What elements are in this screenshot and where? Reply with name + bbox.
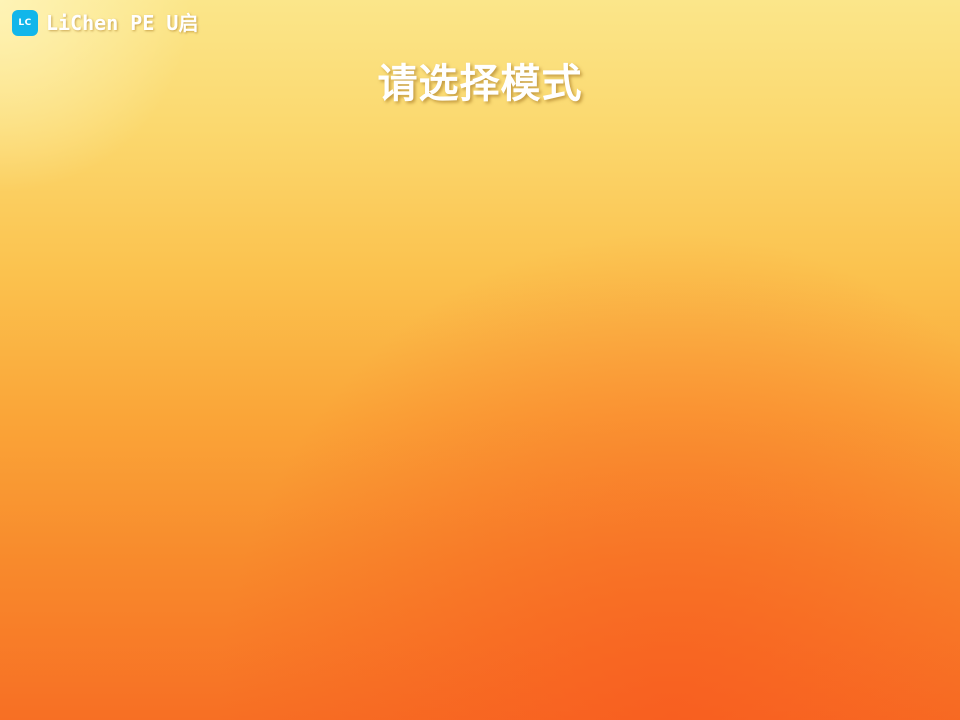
desktop-background: { "app": { "logo_text": "LC", "name": "L… — [0, 0, 960, 720]
app-name: LiChen PE U启 — [46, 11, 199, 35]
top-bar: LC LiChen PE U启 — [12, 10, 198, 36]
app-logo-text: LC — [18, 17, 32, 28]
page-title: 请选择模式 — [377, 61, 583, 107]
app-logo-icon: LC — [12, 10, 38, 36]
